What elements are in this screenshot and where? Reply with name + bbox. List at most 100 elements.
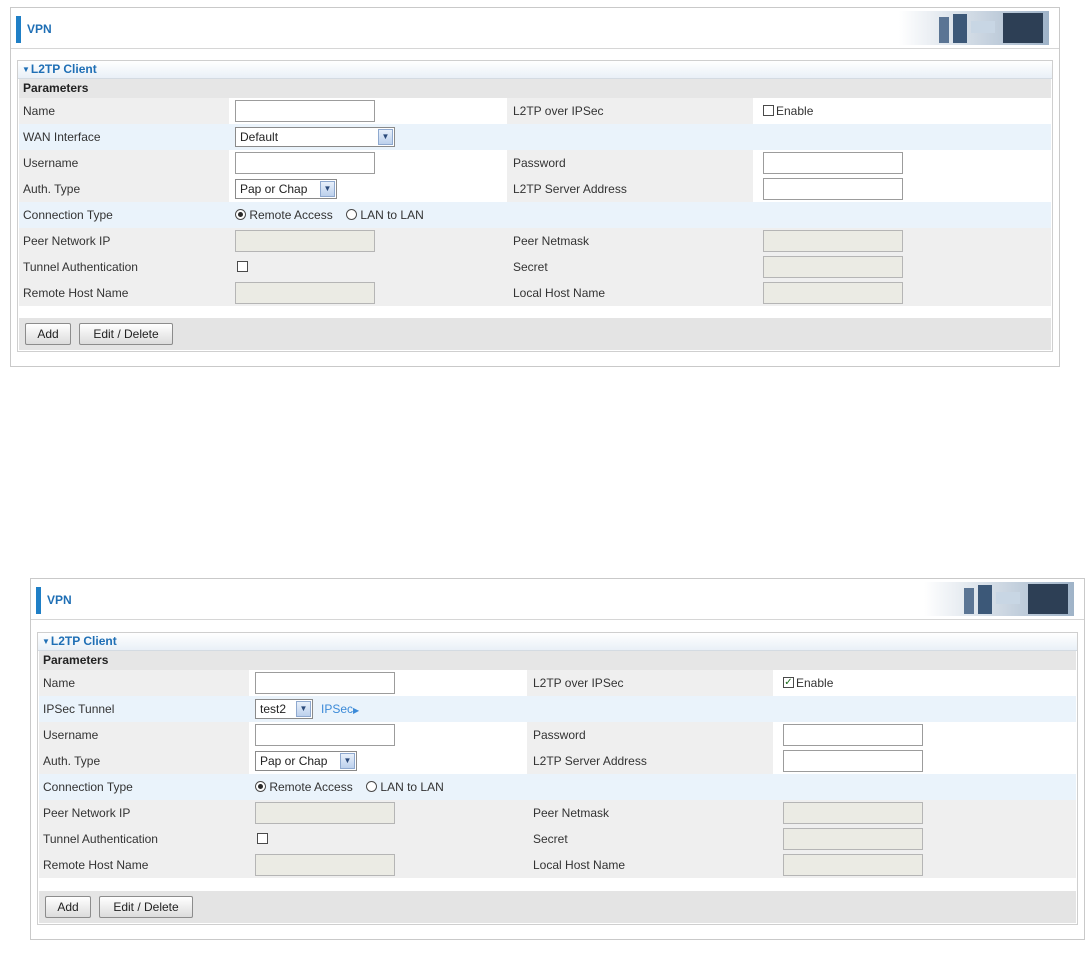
local-host-label: Local Host Name: [513, 286, 606, 300]
auth-type-select[interactable]: Pap or Chap ▼: [235, 179, 337, 199]
tunnel-auth-checkbox[interactable]: [237, 261, 248, 273]
local-host-input[interactable]: [783, 854, 923, 876]
password-input[interactable]: [783, 724, 923, 746]
remote-host-input[interactable]: [235, 282, 375, 304]
l2tp-client-section: ▼L2TP Client Parameters Name L2TP over I…: [37, 632, 1078, 925]
section-title-text: L2TP Client: [50, 634, 117, 648]
secret-label: Secret: [533, 832, 568, 846]
chevron-down-icon: ▼: [340, 753, 355, 769]
row-username: Username Password: [39, 722, 1076, 748]
chevron-down-icon: ▼: [378, 129, 393, 145]
server-address-input[interactable]: [783, 750, 923, 772]
remote-access-radio[interactable]: [255, 781, 266, 793]
lan-to-lan-radio[interactable]: [366, 781, 378, 793]
server-address-input[interactable]: [763, 178, 903, 200]
tunnel-auth-label: Tunnel Authentication: [43, 832, 158, 846]
row-auth: Auth. Type Pap or Chap ▼ L2TP Server Addr…: [19, 176, 1051, 202]
arrow-right-icon: ▶: [353, 706, 360, 715]
row-peer: Peer Network IP Peer Netmask: [39, 800, 1076, 826]
row-interface: WAN Interface Default ▼: [19, 124, 1051, 150]
name-label: Name: [23, 104, 56, 118]
vpn-header: VPN: [11, 8, 1059, 49]
vpn-panel-2: VPN ▼L2TP Client Parameters Name L2TP ov…: [30, 578, 1085, 940]
vpn-panel-1: VPN ▼L2TP Client Parameters Name L2TP ov…: [10, 7, 1060, 367]
edit-delete-button[interactable]: Edit / Delete: [99, 896, 193, 918]
row-auth: Auth. Type Pap or Chap ▼ L2TP Server Addr…: [39, 748, 1076, 774]
ipsec-link[interactable]: IPSec▶: [321, 702, 359, 716]
vpn-header: VPN: [31, 579, 1084, 620]
l2tp-ipsec-checkbox[interactable]: ✓: [783, 677, 794, 689]
secret-input[interactable]: [763, 256, 903, 278]
row-interface: IPSec Tunnel test2 ▼ IPSec▶: [39, 696, 1076, 722]
ipsec-tunnel-select[interactable]: test2 ▼: [255, 699, 313, 719]
row-name: Name L2TP over IPSec Enable: [19, 98, 1051, 124]
auth-type-value: Pap or Chap: [260, 754, 328, 768]
tunnel-auth-checkbox[interactable]: [257, 833, 268, 845]
peer-network-ip-label: Peer Network IP: [43, 806, 131, 820]
row-host-names: Remote Host Name Local Host Name: [39, 852, 1076, 878]
server-address-label: L2TP Server Address: [533, 754, 647, 768]
name-input[interactable]: [235, 100, 375, 122]
remote-access-label: Remote Access: [269, 780, 353, 794]
vpn-accent-bar: [36, 587, 41, 614]
auth-type-label: Auth. Type: [23, 182, 81, 196]
enable-label: Enable: [776, 104, 814, 118]
add-button[interactable]: Add: [45, 896, 91, 918]
peer-network-ip-input[interactable]: [255, 802, 395, 824]
secret-label: Secret: [513, 260, 548, 274]
add-button[interactable]: Add: [25, 323, 71, 345]
local-host-label: Local Host Name: [533, 858, 626, 872]
password-input[interactable]: [763, 152, 903, 174]
auth-type-select[interactable]: Pap or Chap ▼: [255, 751, 357, 771]
vpn-accent-bar: [16, 16, 21, 43]
wan-interface-value: Default: [240, 130, 279, 144]
connection-type-label: Connection Type: [43, 780, 133, 794]
collapse-arrow-icon: ▼: [22, 65, 30, 74]
peer-netmask-input[interactable]: [783, 802, 923, 824]
remote-host-label: Remote Host Name: [23, 286, 129, 300]
button-bar: Add Edit / Delete: [19, 318, 1051, 350]
username-label: Username: [23, 156, 79, 170]
page-title: VPN: [27, 22, 52, 36]
wan-interface-label: WAN Interface: [23, 130, 101, 144]
l2tp-ipsec-checkbox[interactable]: [763, 105, 774, 117]
username-input[interactable]: [255, 724, 395, 746]
lan-to-lan-label: LAN to LAN: [360, 208, 424, 222]
collapse-arrow-icon: ▼: [42, 637, 50, 646]
tunnel-auth-label: Tunnel Authentication: [23, 260, 138, 274]
row-peer: Peer Network IP Peer Netmask: [19, 228, 1051, 254]
section-title[interactable]: ▼L2TP Client: [38, 633, 1077, 651]
chevron-down-icon: ▼: [296, 701, 311, 717]
row-host-names: Remote Host Name Local Host Name: [19, 280, 1051, 306]
row-connection-type: Connection Type Remote Access LAN to LAN: [19, 202, 1051, 228]
parameters-header: Parameters: [19, 79, 1051, 98]
peer-netmask-input[interactable]: [763, 230, 903, 252]
secret-input[interactable]: [783, 828, 923, 850]
ipsec-tunnel-label: IPSec Tunnel: [43, 702, 115, 716]
button-bar: Add Edit / Delete: [39, 891, 1076, 923]
section-title[interactable]: ▼L2TP Client: [18, 61, 1052, 79]
auth-type-label: Auth. Type: [43, 754, 101, 768]
password-label: Password: [533, 728, 586, 742]
remote-access-label: Remote Access: [249, 208, 333, 222]
peer-network-ip-input[interactable]: [235, 230, 375, 252]
section-title-text: L2TP Client: [30, 62, 97, 76]
peer-netmask-label: Peer Netmask: [513, 234, 590, 248]
row-username: Username Password: [19, 150, 1051, 176]
edit-delete-button[interactable]: Edit / Delete: [79, 323, 173, 345]
remote-access-radio[interactable]: [235, 209, 246, 221]
chevron-down-icon: ▼: [320, 181, 335, 197]
row-connection-type: Connection Type Remote Access LAN to LAN: [39, 774, 1076, 800]
ipsec-link-text: IPSec: [321, 702, 354, 716]
local-host-input[interactable]: [763, 282, 903, 304]
lan-to-lan-radio[interactable]: [346, 209, 358, 221]
username-input[interactable]: [235, 152, 375, 174]
remote-host-label: Remote Host Name: [43, 858, 149, 872]
l2tp-ipsec-label: L2TP over IPSec: [513, 104, 604, 118]
l2tp-ipsec-label: L2TP over IPSec: [533, 676, 624, 690]
wan-interface-select[interactable]: Default ▼: [235, 127, 395, 147]
name-input[interactable]: [255, 672, 395, 694]
username-label: Username: [43, 728, 99, 742]
remote-host-input[interactable]: [255, 854, 395, 876]
name-label: Name: [43, 676, 76, 690]
